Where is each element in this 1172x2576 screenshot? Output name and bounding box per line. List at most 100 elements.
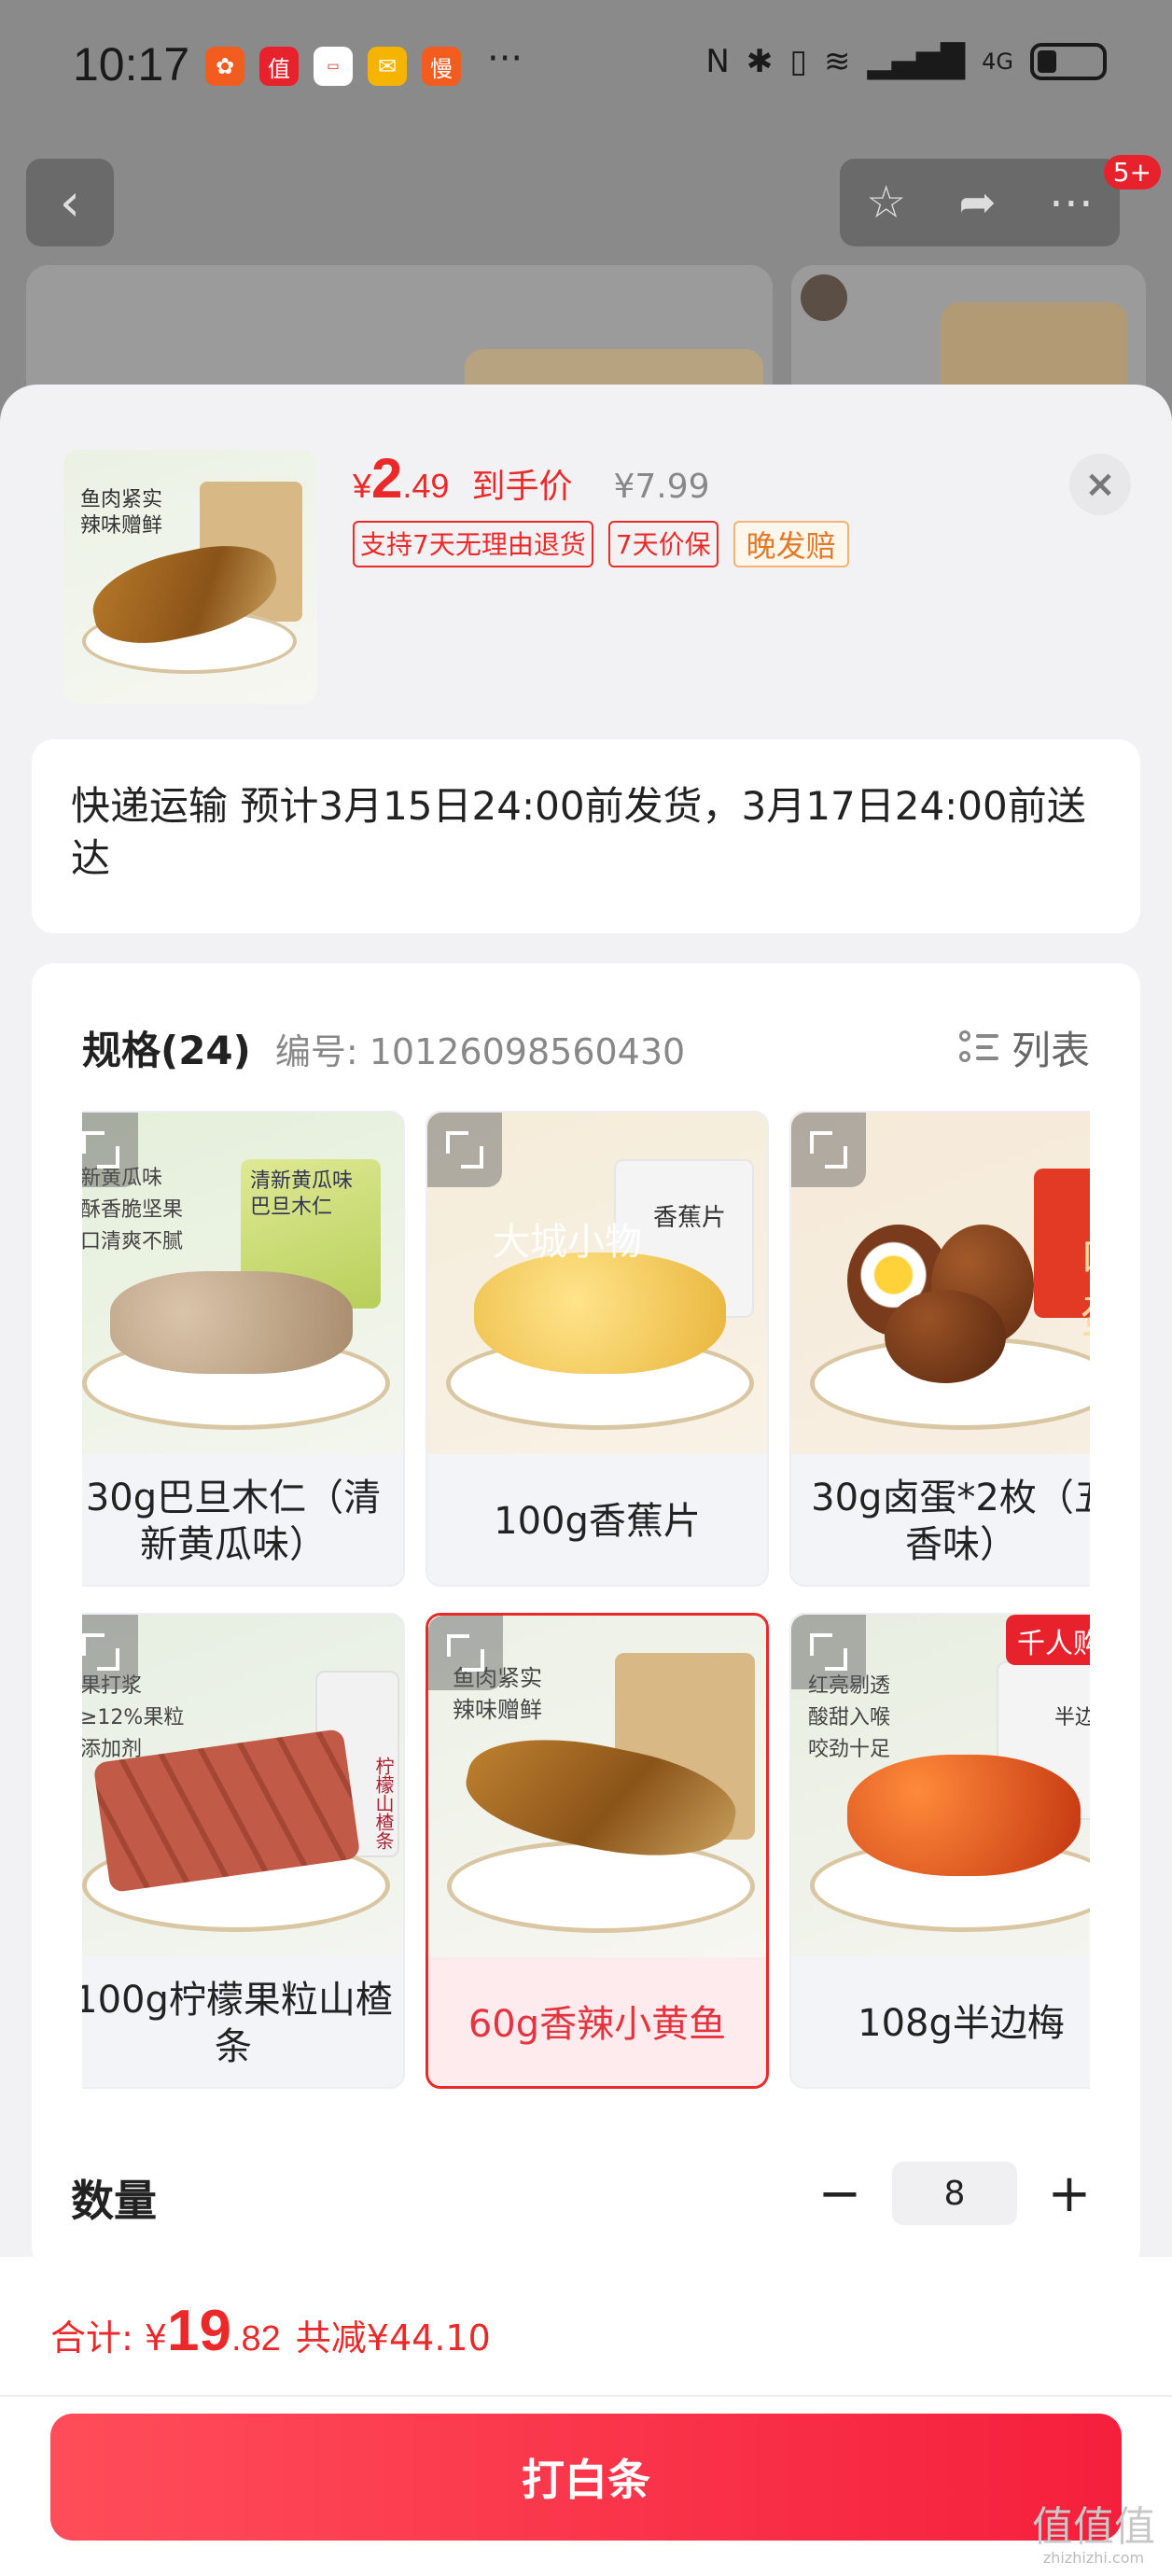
battery-icon	[1030, 43, 1107, 80]
egg-image	[885, 1290, 1006, 1383]
image-caption: 辣味赠鲜	[453, 1697, 542, 1723]
total-row: 合计: ¥ 19 .82 共减¥44.10	[50, 2298, 491, 2364]
shop-avatar	[801, 274, 847, 321]
nfc-icon: Ν	[705, 43, 730, 80]
bag-label: 柠檬山楂条	[372, 1757, 395, 1850]
expand-image-icon[interactable]	[427, 1113, 502, 1187]
image-caption: ≥12%果粒	[82, 1706, 185, 1729]
decrease-button[interactable]: −	[812, 2163, 868, 2224]
sku-label: 108g半边梅	[858, 2002, 1065, 2045]
total-decimal: .82	[230, 2319, 281, 2359]
product-code: 编号: 10126098560430	[274, 1031, 686, 1072]
list-view-toggle[interactable]: 列表	[958, 1019, 1090, 1076]
sku-selector-sheet: 鱼肉紧实 辣味赠鲜 ¥ 2 .49 到手价 ¥7.99 支持7天无理由退货 7天…	[0, 385, 1172, 2576]
quantity-label: 数量	[71, 2176, 157, 2226]
plate-image	[447, 1840, 755, 1933]
vibrate-icon: ▯	[789, 43, 808, 80]
site-watermark-url: zhizhizhi.com	[1042, 2549, 1145, 2567]
back-button[interactable]: ‹	[26, 159, 114, 246]
expand-image-icon[interactable]	[791, 1615, 866, 1689]
spec-section: 规格(24) 编号: 10126098560430 列表 新黄瓜味 酥香脆坚果 …	[32, 963, 1140, 2270]
price-integer: 2	[371, 447, 403, 510]
cloud-pay-icon: ▭	[314, 47, 353, 86]
app-notification-icon: ✿	[205, 47, 244, 86]
checkout-footer: 合计: ¥ 19 .82 共减¥44.10 打白条 值值值 zhizhizhi.…	[0, 2257, 1172, 2576]
price-protect-tag: 7天价保	[607, 521, 719, 567]
sku-option-spicy-fish[interactable]: 鱼肉紧实 辣味赠鲜 60g香辣小黄鱼	[426, 1613, 769, 2089]
increase-button[interactable]: +	[1041, 2163, 1097, 2224]
wifi-icon: ≋	[824, 43, 851, 80]
share-icon[interactable]: ➦	[958, 176, 996, 229]
image-caption: 咬劲十足	[808, 1738, 891, 1761]
final-price-label: 到手价	[471, 468, 573, 506]
almond-image	[110, 1271, 353, 1374]
sku-option-braised-egg[interactable]: 卤蛋 30g卤蛋*2枚（五香味）	[789, 1111, 1090, 1587]
bag-label: 卤蛋	[1081, 1226, 1090, 1344]
expand-image-icon[interactable]	[82, 1113, 138, 1187]
total-currency: ¥	[144, 2317, 167, 2359]
more-menu-icon[interactable]: ⋯	[1049, 176, 1094, 229]
zhide-app-icon: 值	[259, 47, 299, 86]
sku-label: 60g香辣小黄鱼	[467, 2003, 727, 2046]
popular-badge: 千人购买	[1006, 1615, 1090, 1665]
status-bar: 10:17 ✿ 值 ▭ ✉ 慢 ··· Ν ✱ ▯ ≋ ▂▄▆█ 4G	[0, 0, 1172, 131]
banana-chips-image	[474, 1253, 726, 1374]
sku-option-almond[interactable]: 新黄瓜味 酥香脆坚果 口清爽不腻 清新黄瓜味 巴旦木仁 30g巴旦木仁（清新黄瓜…	[82, 1111, 405, 1587]
product-thumbnail: 鱼肉紧实 辣味赠鲜	[63, 450, 317, 704]
reading-app-icon: 慢	[422, 47, 461, 86]
mail-icon: ✉	[368, 47, 407, 86]
status-time: 10:17	[73, 38, 190, 91]
image-caption: 酸甜入喉	[808, 1706, 891, 1729]
quantity-input[interactable]: 8	[892, 2162, 1017, 2225]
sku-label: 30g卤蛋*2枚（五香味）	[811, 1477, 1090, 1566]
bluetooth-icon: ✱	[746, 43, 774, 80]
message-badge: 5+	[1103, 155, 1161, 189]
sku-label: 30g巴旦木仁（清新黄瓜味）	[85, 1477, 382, 1566]
top-action-bar: ☆ ➦ ⋯	[840, 159, 1120, 246]
favorite-star-icon[interactable]: ☆	[866, 176, 906, 229]
image-watermark: 大城小物	[493, 1221, 642, 1264]
expand-image-icon[interactable]	[791, 1113, 866, 1187]
sku-option-banana-chips[interactable]: 香蕉片 大城小物 100g香蕉片	[426, 1111, 769, 1587]
price-currency: ¥	[353, 467, 372, 505]
price-decimal: .49	[402, 467, 450, 505]
expand-image-icon[interactable]	[428, 1616, 503, 1690]
late-ship-comp-tag: 晚发赔	[732, 521, 849, 567]
bag-label: 清新黄瓜味 巴旦木仁	[250, 1169, 354, 1219]
notification-icons: ✿ 值 ▭ ✉ 慢	[205, 47, 461, 86]
product-bag-image: 卤蛋	[1034, 1169, 1090, 1344]
expand-image-icon[interactable]	[82, 1615, 138, 1689]
service-tags: 支持7天无理由退货 7天价保 晚发赔	[353, 521, 849, 567]
plum-image	[847, 1755, 1081, 1876]
close-icon[interactable]: ×	[1069, 454, 1131, 515]
more-notifications-icon: ···	[487, 37, 523, 80]
sku-label: 100g柠檬果粒山楂条	[82, 1979, 393, 2068]
divider	[0, 2395, 1172, 2397]
list-view-label: 列表	[1011, 1028, 1090, 1073]
total-integer: 19	[167, 2299, 231, 2363]
bag-label: 香蕉片	[653, 1204, 727, 1232]
site-watermark: 值值值 zhizhizhi.com	[1032, 2507, 1155, 2569]
signal-icon: ▂▄▆█	[867, 43, 966, 80]
site-watermark-logo: 值值值	[1032, 2503, 1155, 2551]
total-label: 合计:	[50, 2317, 133, 2359]
status-indicators: Ν ✱ ▯ ≋ ▂▄▆█ 4G	[705, 43, 1107, 80]
return-policy-tag: 支持7天无理由退货	[353, 521, 593, 567]
thumb-caption: 辣味赠鲜	[80, 514, 163, 538]
delivery-info: 快递运输 预计3月15日24:00前发货，3月17日24:00前送达	[32, 739, 1140, 933]
price-row: ¥ 2 .49 到手价 ¥7.99	[353, 446, 710, 511]
sku-grid: 新黄瓜味 酥香脆坚果 口清爽不腻 清新黄瓜味 巴旦木仁 30g巴旦木仁（清新黄瓜…	[82, 1111, 1090, 2100]
total-saving: 共减¥44.10	[295, 2317, 491, 2359]
delivery-text: 快递运输 预计3月15日24:00前发货，3月17日24:00前送达	[71, 783, 1086, 881]
bag-label: 半边梅	[1054, 1706, 1090, 1729]
sku-option-hawthorn[interactable]: 果打浆 ≥12%果粒 添加剂 柠檬山楂条 100g柠檬果粒山楂条	[82, 1613, 405, 2089]
sku-option-half-plum[interactable]: 红亮剔透 酸甜入喉 咬劲十足 半边梅 千人购买 108g半边梅	[789, 1613, 1090, 2089]
network-type: 4G	[982, 49, 1013, 75]
list-icon	[958, 1029, 998, 1068]
pay-button[interactable]: 打白条	[50, 2414, 1122, 2541]
quantity-stepper: − 8 +	[812, 2162, 1097, 2225]
spec-title: 规格(24)	[82, 1028, 251, 1073]
image-caption: 口清爽不腻	[82, 1230, 184, 1253]
thumb-caption: 鱼肉紧实	[80, 488, 163, 511]
image-caption: 酥香脆坚果	[82, 1198, 184, 1222]
